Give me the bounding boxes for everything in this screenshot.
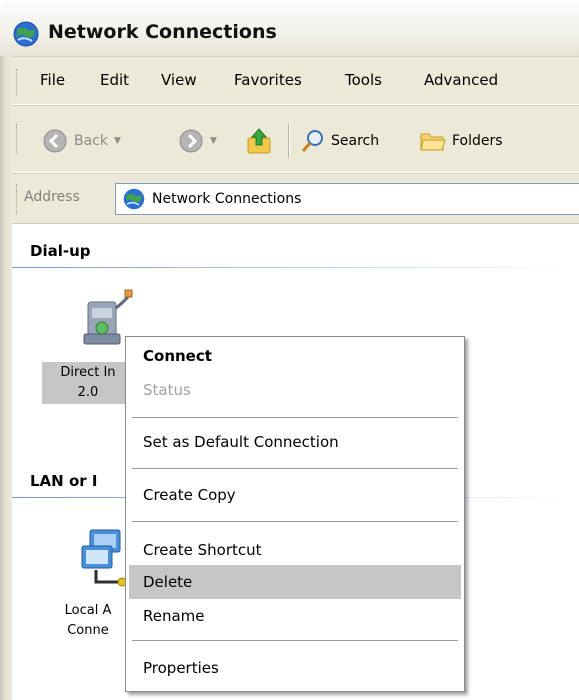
network-connections-icon <box>13 21 39 47</box>
toolbar-separator <box>288 124 289 158</box>
dialup-connection-label[interactable]: Direct In 2.0 <box>42 362 134 404</box>
up-folder-icon <box>247 128 271 154</box>
dialup-label-line2: 2.0 <box>77 385 99 400</box>
address-field[interactable]: Network Connections <box>115 183 579 215</box>
menu-bar: File Edit View Favorites Tools Advanced <box>12 56 579 105</box>
lan-connection-label[interactable]: Local A Conne <box>46 600 130 642</box>
back-arrow-icon <box>43 129 67 153</box>
network-connections-icon <box>123 188 145 210</box>
window-frame-left <box>0 56 12 700</box>
addressbar-grip[interactable] <box>16 184 17 214</box>
group-divider <box>12 267 579 268</box>
menu-separator <box>132 640 458 641</box>
menu-advanced[interactable]: Advanced <box>424 71 498 89</box>
menu-separator <box>132 521 458 522</box>
menu-separator <box>132 417 458 418</box>
title-bar[interactable]: Network Connections <box>0 0 579 56</box>
menubar-grip[interactable] <box>16 69 17 95</box>
context-menu-create-copy[interactable]: Create Copy <box>129 478 461 512</box>
search-button[interactable]: Search <box>300 126 379 156</box>
back-dropdown-icon[interactable]: ▼ <box>114 136 121 146</box>
context-menu-create-shortcut[interactable]: Create Shortcut <box>129 533 461 567</box>
back-button[interactable]: Back ▼ <box>42 126 121 156</box>
group-header-dialup: Dial-up <box>30 242 91 260</box>
menu-favorites[interactable]: Favorites <box>234 71 302 89</box>
menu-edit[interactable]: Edit <box>100 71 129 89</box>
menu-tools[interactable]: Tools <box>345 71 382 89</box>
search-icon <box>301 130 323 152</box>
lan-label-line1: Local A <box>64 603 112 618</box>
standard-toolbar: Back ▼ ▼ Search Folders <box>12 105 579 173</box>
back-label: Back <box>74 133 108 149</box>
lan-label-line2: Conne <box>67 623 109 638</box>
dialup-label-line1: Direct In <box>60 365 116 380</box>
group-header-lan: LAN or I <box>30 472 98 490</box>
context-menu-connect[interactable]: Connect <box>129 339 461 373</box>
menu-separator <box>132 468 458 469</box>
folders-button[interactable]: Folders <box>419 126 503 156</box>
context-menu-properties[interactable]: Properties <box>129 651 461 685</box>
context-menu-set-default[interactable]: Set as Default Connection <box>129 425 461 459</box>
search-label: Search <box>331 133 380 149</box>
up-button[interactable] <box>245 126 273 156</box>
context-menu-delete[interactable]: Delete <box>129 565 461 599</box>
folders-label: Folders <box>452 133 503 149</box>
menu-file[interactable]: File <box>40 71 65 89</box>
forward-arrow-icon <box>179 129 203 153</box>
context-menu-rename[interactable]: Rename <box>129 599 461 633</box>
address-label: Address <box>24 189 80 205</box>
context-menu: Connect Status Set as Default Connection… <box>125 336 465 692</box>
folders-icon <box>420 133 446 151</box>
toolbar-grip[interactable] <box>16 124 17 154</box>
forward-button[interactable]: ▼ <box>178 126 217 156</box>
window-title: Network Connections <box>48 21 277 43</box>
address-bar: Address Network Connections <box>12 173 579 224</box>
address-value: Network Connections <box>152 191 302 207</box>
forward-dropdown-icon[interactable]: ▼ <box>210 136 217 146</box>
context-menu-status: Status <box>143 381 191 399</box>
menu-view[interactable]: View <box>161 71 197 89</box>
